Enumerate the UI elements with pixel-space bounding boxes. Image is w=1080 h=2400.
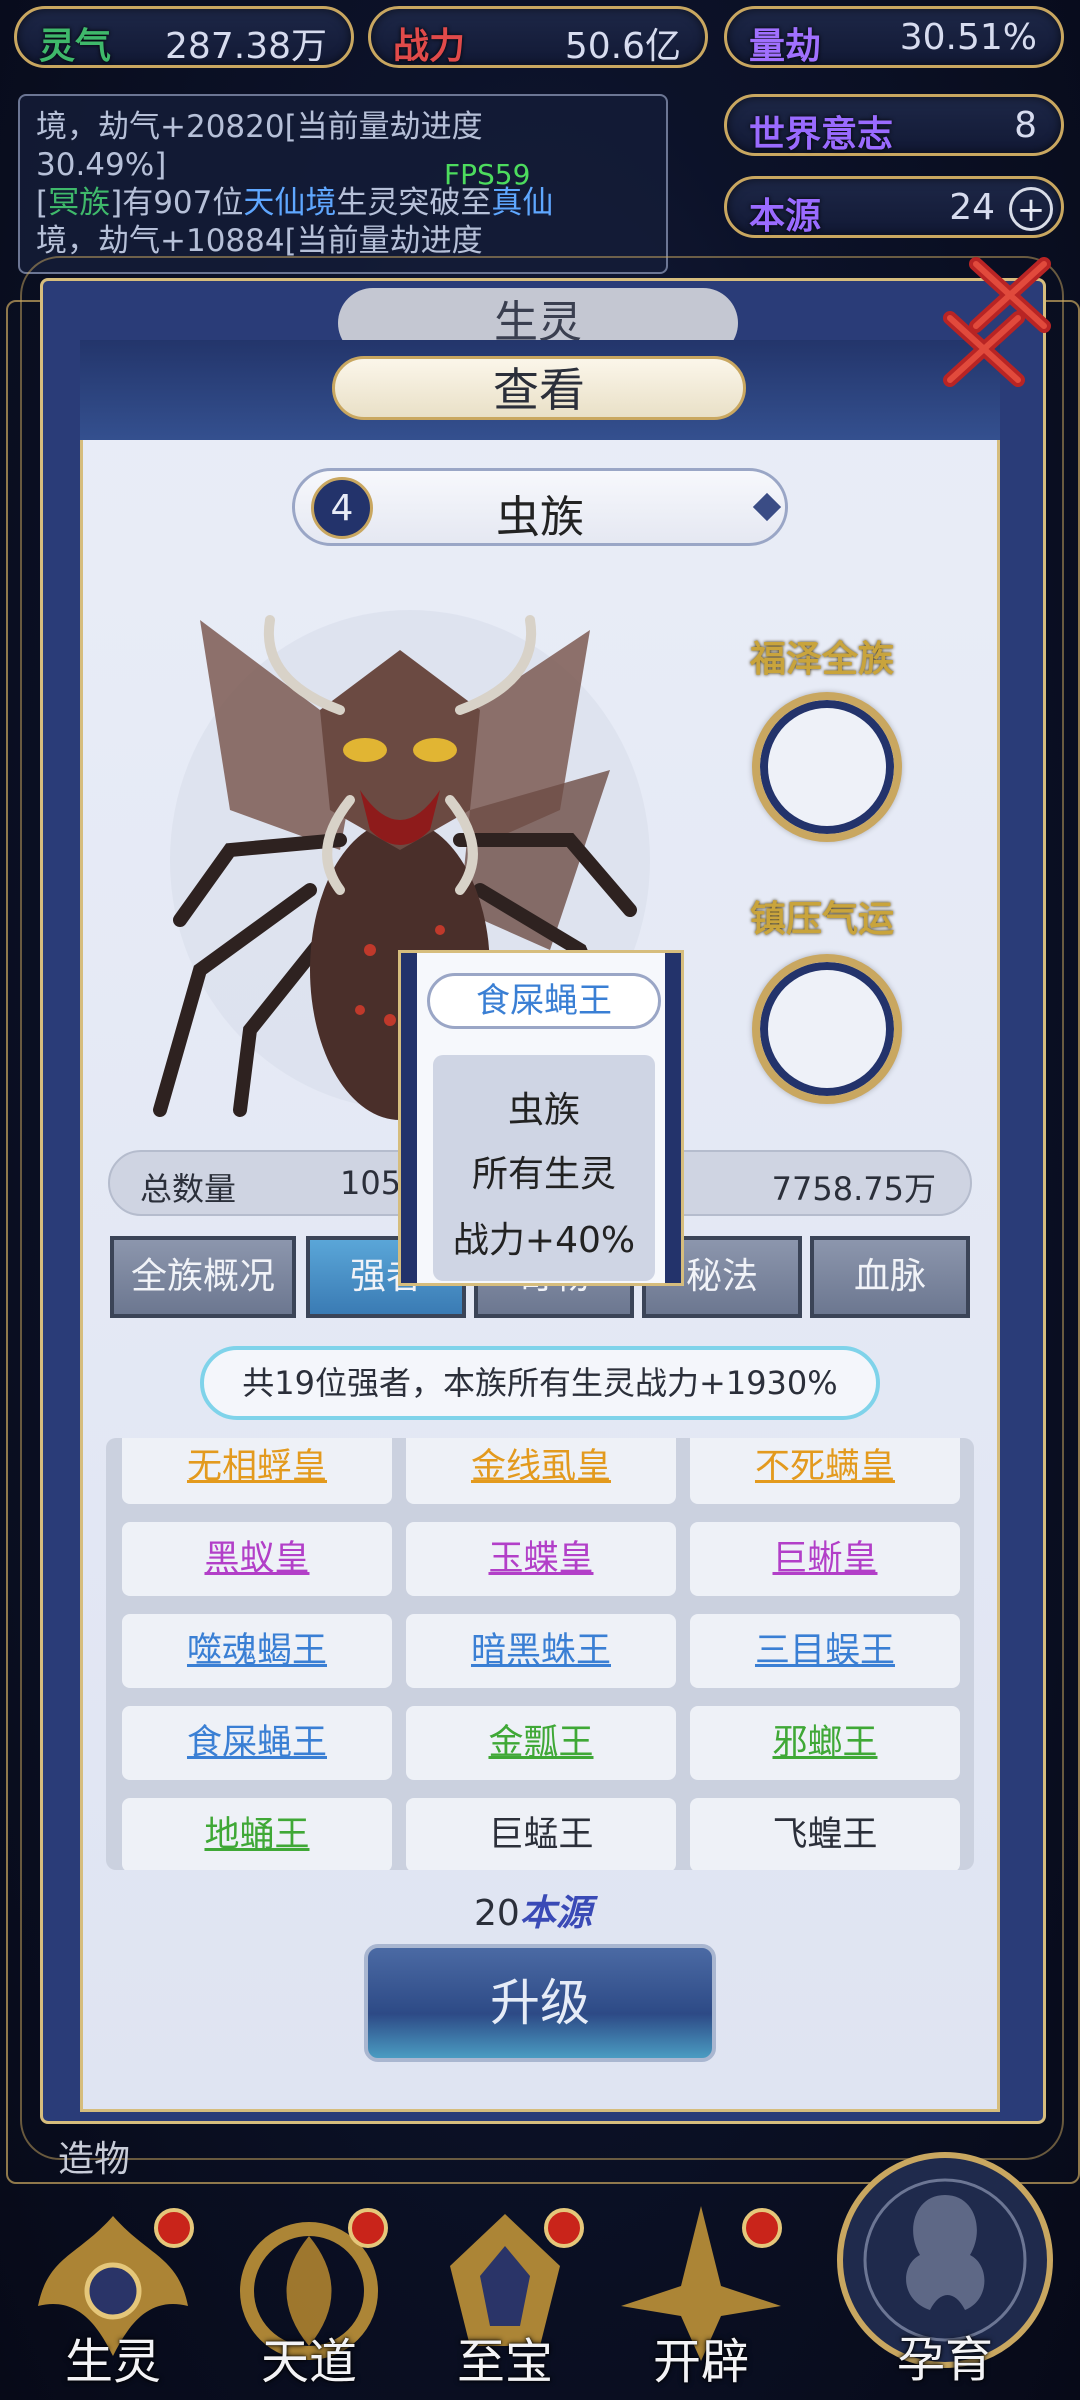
strongman-cell[interactable]: 噬魂蝎王	[122, 1614, 392, 1688]
strongman-cell[interactable]: 无相蜉皇	[122, 1438, 392, 1504]
tab-overview[interactable]: 全族概况	[110, 1236, 296, 1318]
cost-amount: 20	[474, 1893, 520, 1934]
total-value: 105	[340, 1164, 402, 1202]
nav-shengling[interactable]: 生灵	[18, 2196, 208, 2400]
stat-lingqi-label: 灵气	[39, 25, 112, 67]
upgrade-cost: 20本源	[474, 1884, 592, 1936]
stat-lingqi-value: 287.38万	[165, 26, 327, 67]
strongman-cell[interactable]: 暗黑蛛王	[406, 1614, 676, 1688]
strongman-tooltip: 食屎蝇王 虫族 所有生灵 战力+40%	[398, 950, 684, 1286]
fuze-slot[interactable]	[752, 692, 902, 842]
log-line: 境，劫气+20820[当前量劫进度	[36, 109, 483, 145]
stat-zhanli-value: 50.6亿	[564, 26, 681, 67]
strongman-cell[interactable]: 邪螂王	[690, 1706, 960, 1780]
log-text: [	[36, 185, 49, 221]
log-line: [冥族]有907位天仙境生灵突破至真仙	[36, 184, 650, 222]
strongman-cell[interactable]: 巨蜥皇	[690, 1522, 960, 1596]
strongman-cell[interactable]: 飞蝗王	[690, 1798, 960, 1870]
strongman-cell[interactable]: 食屎蝇王	[122, 1706, 392, 1780]
stat-liangjie: 量劫 30.51%	[724, 6, 1064, 68]
stat-benyuan: 本源 24 +	[724, 176, 1064, 238]
tooltip-title: 食屎蝇王	[427, 973, 661, 1029]
tooltip-border	[665, 953, 681, 1283]
strongman-cell[interactable]: 地蛹王	[122, 1798, 392, 1870]
nav-kaipi[interactable]: 开辟	[606, 2196, 796, 2400]
upgrade-button[interactable]: 升级	[364, 1944, 716, 2062]
notification-dot	[742, 2208, 782, 2248]
tooltip-line: 战力+40%	[452, 1220, 636, 1261]
total-label: 总数量	[140, 1170, 237, 1208]
nav-yunyu[interactable]: 孕育	[820, 2140, 1070, 2400]
log-line: 30.49%]	[36, 147, 167, 183]
strongman-cell[interactable]: 巨蜢王	[406, 1798, 676, 1870]
tooltip-line: 所有生灵	[471, 1154, 616, 1195]
notification-dot	[348, 2208, 388, 2248]
zaowu-label[interactable]: 造物	[58, 2130, 130, 2182]
nav-tiandao-label: 天道	[260, 2334, 357, 2390]
race-name: 虫族	[496, 492, 584, 543]
log-race: 冥族	[48, 185, 111, 221]
benyuan-plus-button[interactable]: +	[1009, 187, 1053, 231]
strongman-cell[interactable]: 三目蜈王	[690, 1614, 960, 1688]
nav-tiandao[interactable]: 天道	[214, 2196, 404, 2400]
strongman-cell[interactable]: 金瓢王	[406, 1706, 676, 1780]
strongmen-grid: 无相蜉皇 金线虱皇 不死螨皇黑蚁皇 玉蝶皇 巨蜥皇噬魂蝎王 暗黑蛛王 三目蜈王食屎蝇王 金瓢王…	[106, 1438, 974, 1870]
fuze-label: 福泽全族	[750, 638, 895, 680]
stat-zhanli: 战力 50.6亿	[368, 6, 708, 68]
stat-zhanli-label: 战力	[393, 25, 466, 67]
close-icon[interactable]	[940, 304, 1030, 394]
event-log: 境，劫气+20820[当前量劫进度 30.49%] [冥族]有907位天仙境生灵…	[18, 94, 668, 274]
tooltip-line: 虫族	[507, 1090, 580, 1131]
strongman-cell[interactable]: 金线虱皇	[406, 1438, 676, 1504]
zhenya-slot[interactable]	[752, 954, 902, 1104]
stat-benyuan-value: 24	[949, 187, 995, 228]
stat-liangjie-value: 30.51%	[899, 17, 1037, 58]
strongman-cell[interactable]: 黑蚁皇	[122, 1522, 392, 1596]
log-text: ]有907位	[110, 185, 244, 221]
log-line: 境，劫气+10884[当前量劫进度	[36, 223, 483, 259]
stat-benyuan-label: 本源	[749, 195, 822, 237]
log-realm: 天仙境	[243, 185, 337, 221]
nav-yunyu-label: 孕育	[896, 2332, 993, 2388]
stat-lingqi: 灵气 287.38万	[14, 6, 354, 68]
strongman-cell[interactable]: 玉蝶皇	[406, 1522, 676, 1596]
stat-shijie-yizhi-label: 世界意志	[749, 113, 894, 155]
tooltip-body: 虫族 所有生灵 战力+40%	[433, 1055, 655, 1281]
race-selector[interactable]: 4 虫族	[292, 468, 788, 546]
cost-currency: 本源	[519, 1892, 592, 1934]
tab-bloodline[interactable]: 血脉	[810, 1236, 970, 1318]
stat-liangjie-label: 量劫	[749, 25, 822, 67]
panel-title: 查看	[332, 356, 746, 420]
nav-zhibao[interactable]: 至宝	[410, 2196, 600, 2400]
nav-shengling-label: 生灵	[64, 2334, 161, 2390]
strongmen-summary: 共19位强者，本族所有生灵战力+1930%	[200, 1346, 880, 1420]
fps-counter: FPS59	[444, 158, 531, 191]
stat-shijie-yizhi-value: 8	[1014, 105, 1037, 146]
notification-dot	[154, 2208, 194, 2248]
stat-shijie-yizhi[interactable]: 世界意志 8	[724, 94, 1064, 156]
total-power-value: 7758.75万	[771, 1170, 936, 1208]
tooltip-border	[401, 953, 417, 1283]
notification-dot	[544, 2208, 584, 2248]
nav-kaipi-label: 开辟	[652, 2334, 749, 2390]
strongman-cell[interactable]: 不死螨皇	[690, 1438, 960, 1504]
nav-zhibao-label: 至宝	[456, 2334, 553, 2390]
zhenya-label: 镇压气运	[750, 898, 895, 940]
